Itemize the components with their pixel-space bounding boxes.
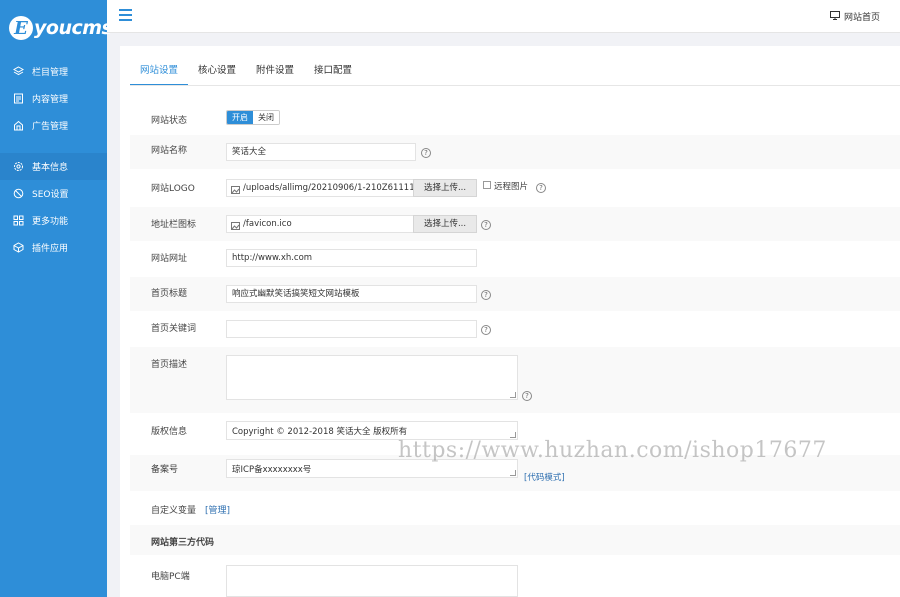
pc-label: 电脑PC端 [151,572,190,582]
tab-bar: 网站设置 核心设置 附件设置 接口配置 [130,58,362,86]
site-home-link[interactable]: 网站首页 [829,10,880,23]
form-row-status: 网站状态 开启 关闭 [130,103,900,133]
copyright-label: 版权信息 [151,427,188,437]
image-icon [231,184,240,196]
sidebar: E youcms 栏目管理 内容管理 广告管理 基本信息 SEO设置 更多功能 … [0,0,113,597]
sidebar-item-seo[interactable]: SEO设置 [0,180,107,207]
gear-icon [13,161,24,172]
home-title-input[interactable]: 响应式幽默笑话搞笑短文网站模板 [226,285,477,303]
tab-divider [130,85,900,86]
sidebar-item-basic-info[interactable]: 基本信息 [0,153,107,180]
home-desc-label: 首页描述 [151,360,188,370]
help-icon[interactable]: ? [421,148,431,158]
site-name-label: 网站名称 [151,146,188,156]
help-icon[interactable]: ? [481,290,491,300]
form-row-home-keywords: 首页关键词 ? [130,313,900,347]
favicon-upload-button[interactable]: 选择上传... [413,215,477,233]
form-row-logo: 网站LOGO /uploads/allimg/20210906/1-210Z61… [130,171,900,205]
favicon-path-input[interactable]: /favicon.ico [226,215,414,233]
form-row-home-desc: 首页描述 ? [130,347,900,413]
code-mode-link[interactable]: [代码模式] [524,471,565,483]
sidebar-item-columns[interactable]: 栏目管理 [0,58,107,85]
resize-handle[interactable] [510,392,516,398]
document-icon [13,93,24,104]
tab-api-config[interactable]: 接口配置 [304,58,362,86]
sidebar-item-plugins[interactable]: 插件应用 [0,234,107,261]
layers-icon [13,66,24,77]
status-switch[interactable]: 开启 关闭 [226,110,280,125]
ad-icon [13,120,24,131]
image-icon [231,220,240,232]
sidebar-item-content[interactable]: 内容管理 [0,85,107,112]
sidebar-item-label: 广告管理 [32,122,69,132]
seo-icon [13,188,24,199]
help-icon[interactable]: ? [536,183,546,193]
home-keywords-input[interactable] [226,320,477,338]
sidebar-item-label: 基本信息 [32,163,69,173]
form-row-third-party: 网站第三方代码 [130,525,900,555]
remote-image-checkbox[interactable] [483,181,491,189]
custom-vars-manage-link[interactable]: [管理] [205,503,230,516]
topbar: 网站首页 [107,0,900,33]
menu-toggle-icon[interactable] [119,9,132,22]
help-icon[interactable]: ? [481,325,491,335]
logo-upload-button[interactable]: 选择上传... [413,179,477,197]
help-icon[interactable]: ? [481,220,491,230]
form-row-home-title: 首页标题 响应式幽默笑话搞笑短文网站模板 ? [130,277,900,311]
tab-attachment-settings[interactable]: 附件设置 [246,58,304,86]
main-content: 网站设置 核心设置 附件设置 接口配置 网站状态 开启 关闭 网站名称 笑话大全… [120,46,900,597]
icp-value: 琼ICP备xxxxxxxx号 [232,465,312,475]
logo-label: 网站LOGO [151,184,195,194]
monitor-icon [829,10,840,23]
sidebar-item-label: SEO设置 [32,190,69,200]
logo[interactable]: E youcms [9,14,113,42]
home-title-label: 首页标题 [151,289,188,299]
favicon-label: 地址栏图标 [151,220,197,230]
logo-path-input[interactable]: /uploads/allimg/20210906/1-210Z611114 [226,179,414,197]
form-row-favicon: 地址栏图标 /favicon.ico 选择上传... ? [130,207,900,241]
sidebar-item-label: 内容管理 [32,95,69,105]
site-name-input[interactable]: 笑话大全 [226,143,416,161]
sidebar-item-ads[interactable]: 广告管理 [0,112,107,139]
help-icon[interactable]: ? [522,391,532,401]
tab-core-settings[interactable]: 核心设置 [188,58,246,86]
site-home-label: 网站首页 [843,13,880,23]
form-row-custom-vars: 自定义变量 [管理] [130,493,900,523]
sidebar-item-label: 更多功能 [32,217,69,227]
third-party-heading: 网站第三方代码 [151,538,215,548]
status-off-option[interactable]: 关闭 [253,111,279,124]
custom-vars-label: 自定义变量 [151,506,197,516]
status-label: 网站状态 [151,116,188,126]
resize-handle[interactable] [510,470,516,476]
pc-code-textarea[interactable] [226,565,518,597]
form-row-site-url: 网站网址 http://www.xh.com [130,243,900,277]
home-keywords-label: 首页关键词 [151,324,197,334]
tab-site-settings[interactable]: 网站设置 [130,58,189,86]
site-url-input[interactable]: http://www.xh.com [226,249,477,267]
favicon-path-value: /favicon.ico [243,219,292,229]
copyright-value: Copyright © 2012-2018 笑话大全 版权所有 [232,427,408,437]
sidebar-item-label: 插件应用 [32,244,69,254]
sidebar-item-label: 栏目管理 [32,68,69,78]
logo-path-value: /uploads/allimg/20210906/1-210Z611114 [243,183,414,193]
logo-text: youcms [34,17,113,39]
site-url-label: 网站网址 [151,254,188,264]
home-desc-textarea[interactable] [226,355,518,400]
icp-label: 备案号 [151,465,179,475]
sidebar-item-more[interactable]: 更多功能 [0,207,107,234]
form-row-site-name: 网站名称 笑话大全 ? [130,135,900,169]
watermark: https://www.huzhan.com/ishop17677 [398,438,827,463]
logo-mark: E [9,16,33,40]
plugin-icon [13,242,24,253]
status-on-option[interactable]: 开启 [227,111,253,124]
form-row-pc: 电脑PC端 [130,557,900,597]
grid-icon [13,215,24,226]
remote-image-label: 远程图片 [494,182,529,192]
